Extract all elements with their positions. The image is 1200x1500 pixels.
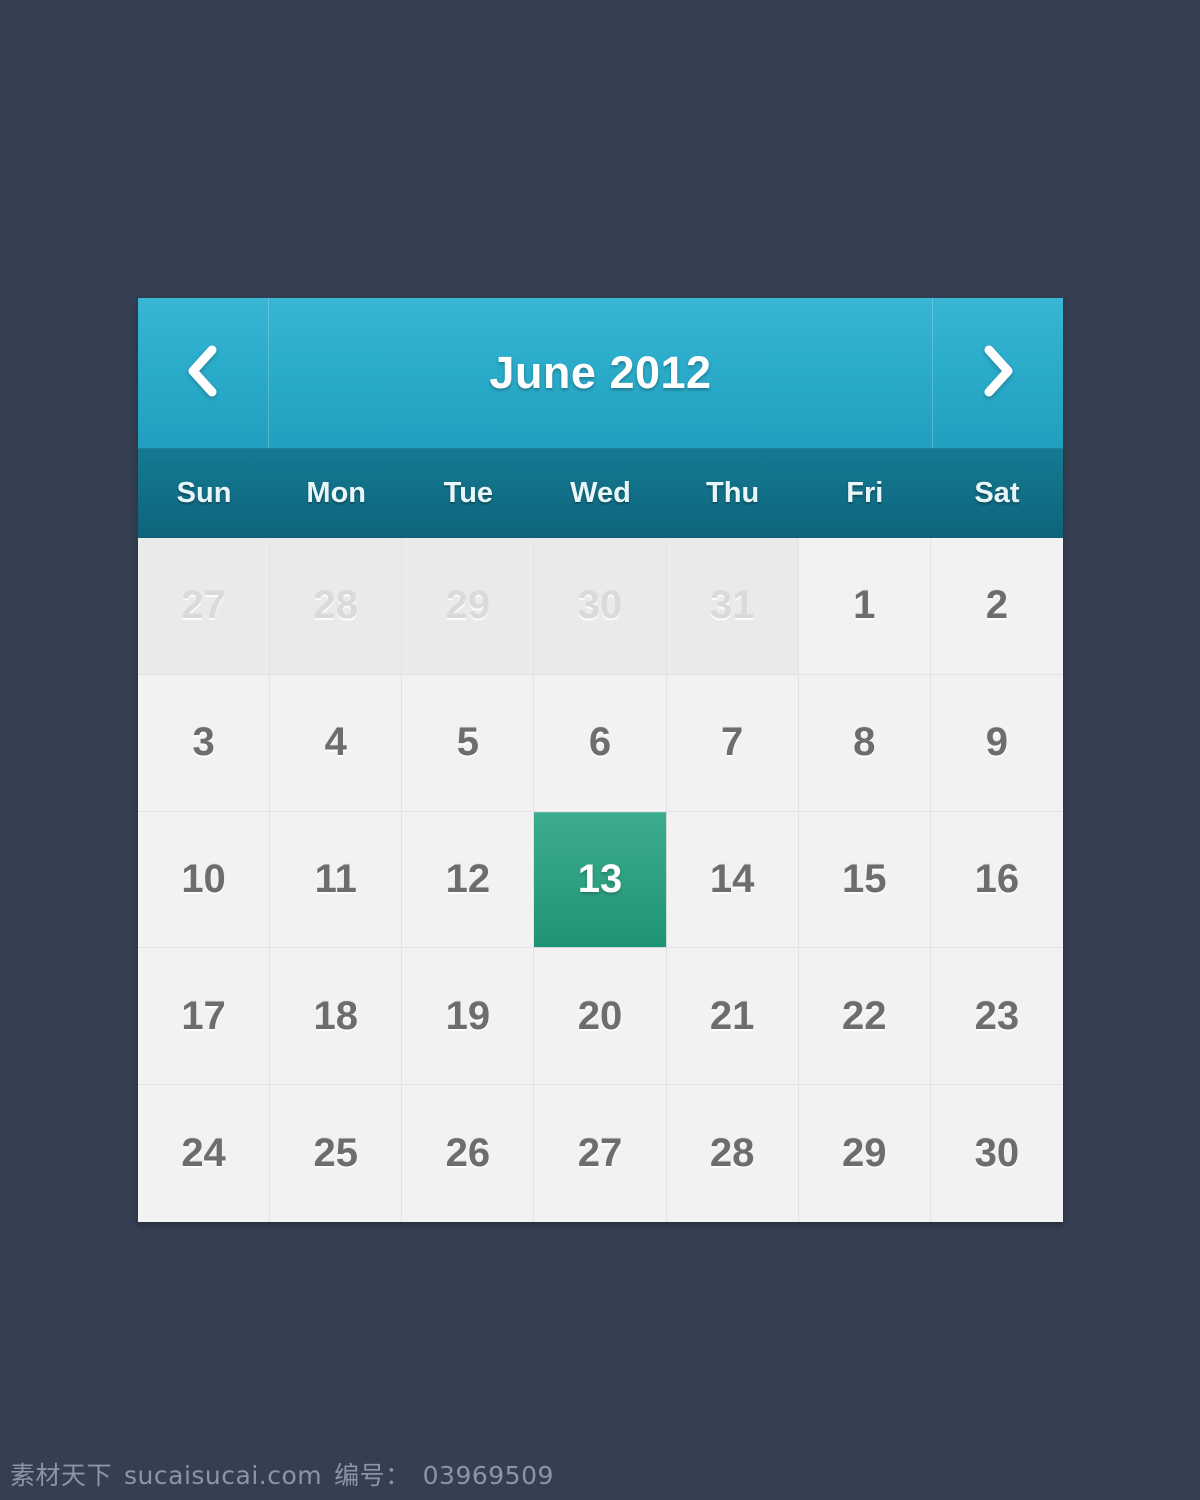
day-cell[interactable]: 20 [534, 948, 667, 1086]
watermark: 素材天下 sucaisucai.com 编号： 03969509 [10, 1456, 554, 1492]
calendar-header: June 2012 [138, 298, 1063, 448]
next-month-button[interactable] [932, 298, 1063, 448]
day-cell[interactable]: 9 [930, 674, 1063, 812]
previous-month-button[interactable] [138, 298, 269, 448]
day-cell[interactable]: 8 [798, 674, 931, 812]
day-cell[interactable]: 22 [798, 948, 931, 1086]
weekday-label-sat: Sat [974, 476, 1020, 509]
day-cell[interactable]: 18 [270, 948, 403, 1086]
day-cell[interactable]: 23 [930, 948, 1063, 1086]
day-cell[interactable]: 27 [534, 1085, 667, 1222]
chevron-right-icon [975, 340, 1021, 407]
watermark-id-label: 编号： [334, 1461, 411, 1490]
weekday-label-thu: Thu [706, 476, 760, 509]
watermark-id-value: 03969509 [422, 1461, 554, 1490]
calendar-widget: June 2012 Sun Mon Tue Wed Thu Fri Sat 27… [138, 298, 1063, 1222]
day-cell[interactable]: 1 [798, 538, 931, 675]
calendar-day-grid: 27 28 29 30 31 1 2 3 4 5 6 7 8 9 10 11 12 13 14 15 16 17 18 19 2… [138, 538, 1063, 1222]
day-cell[interactable]: 6 [534, 674, 667, 812]
weekday-label-sun: Sun [176, 476, 232, 509]
day-cell[interactable]: 3 [138, 674, 271, 812]
watermark-site-url: sucaisucai.com [124, 1461, 323, 1490]
weekday-label-tue: Tue [443, 476, 494, 509]
day-cell[interactable]: 30 [534, 538, 667, 675]
day-cell[interactable]: 15 [798, 811, 931, 949]
weekday-header-row: Sun Mon Tue Wed Thu Fri Sat [138, 448, 1063, 538]
day-cell[interactable]: 17 [138, 948, 271, 1086]
day-cell[interactable]: 2 [930, 538, 1063, 675]
day-cell[interactable]: 5 [402, 674, 535, 812]
day-cell[interactable]: 28 [270, 538, 403, 675]
watermark-site-cn: 素材天下 [10, 1461, 113, 1490]
day-cell[interactable]: 21 [666, 948, 799, 1086]
day-cell[interactable]: 11 [270, 811, 403, 949]
day-cell[interactable]: 10 [138, 811, 271, 949]
day-cell[interactable]: 24 [138, 1085, 271, 1222]
day-cell[interactable]: 27 [138, 538, 271, 675]
day-cell[interactable]: 4 [270, 674, 403, 812]
day-cell[interactable]: 14 [666, 811, 799, 949]
day-cell[interactable]: 29 [798, 1085, 931, 1222]
day-cell[interactable]: 31 [666, 538, 799, 675]
day-cell[interactable]: 12 [402, 811, 535, 949]
day-cell[interactable]: 28 [666, 1085, 799, 1222]
day-cell[interactable]: 7 [666, 674, 799, 812]
day-cell[interactable]: 26 [402, 1085, 535, 1222]
day-cell[interactable]: 16 [930, 811, 1063, 949]
day-cell[interactable]: 29 [402, 538, 535, 675]
day-cell[interactable]: 19 [402, 948, 535, 1086]
day-cell[interactable]: 25 [270, 1085, 403, 1222]
chevron-left-icon [180, 340, 226, 407]
weekday-label-mon: Mon [306, 476, 366, 509]
weekday-label-wed: Wed [570, 476, 631, 509]
day-cell[interactable]: 30 [930, 1085, 1063, 1222]
day-cell-selected[interactable]: 13 [534, 811, 667, 949]
weekday-label-fri: Fri [846, 476, 884, 509]
calendar-title: June 2012 [489, 347, 712, 398]
